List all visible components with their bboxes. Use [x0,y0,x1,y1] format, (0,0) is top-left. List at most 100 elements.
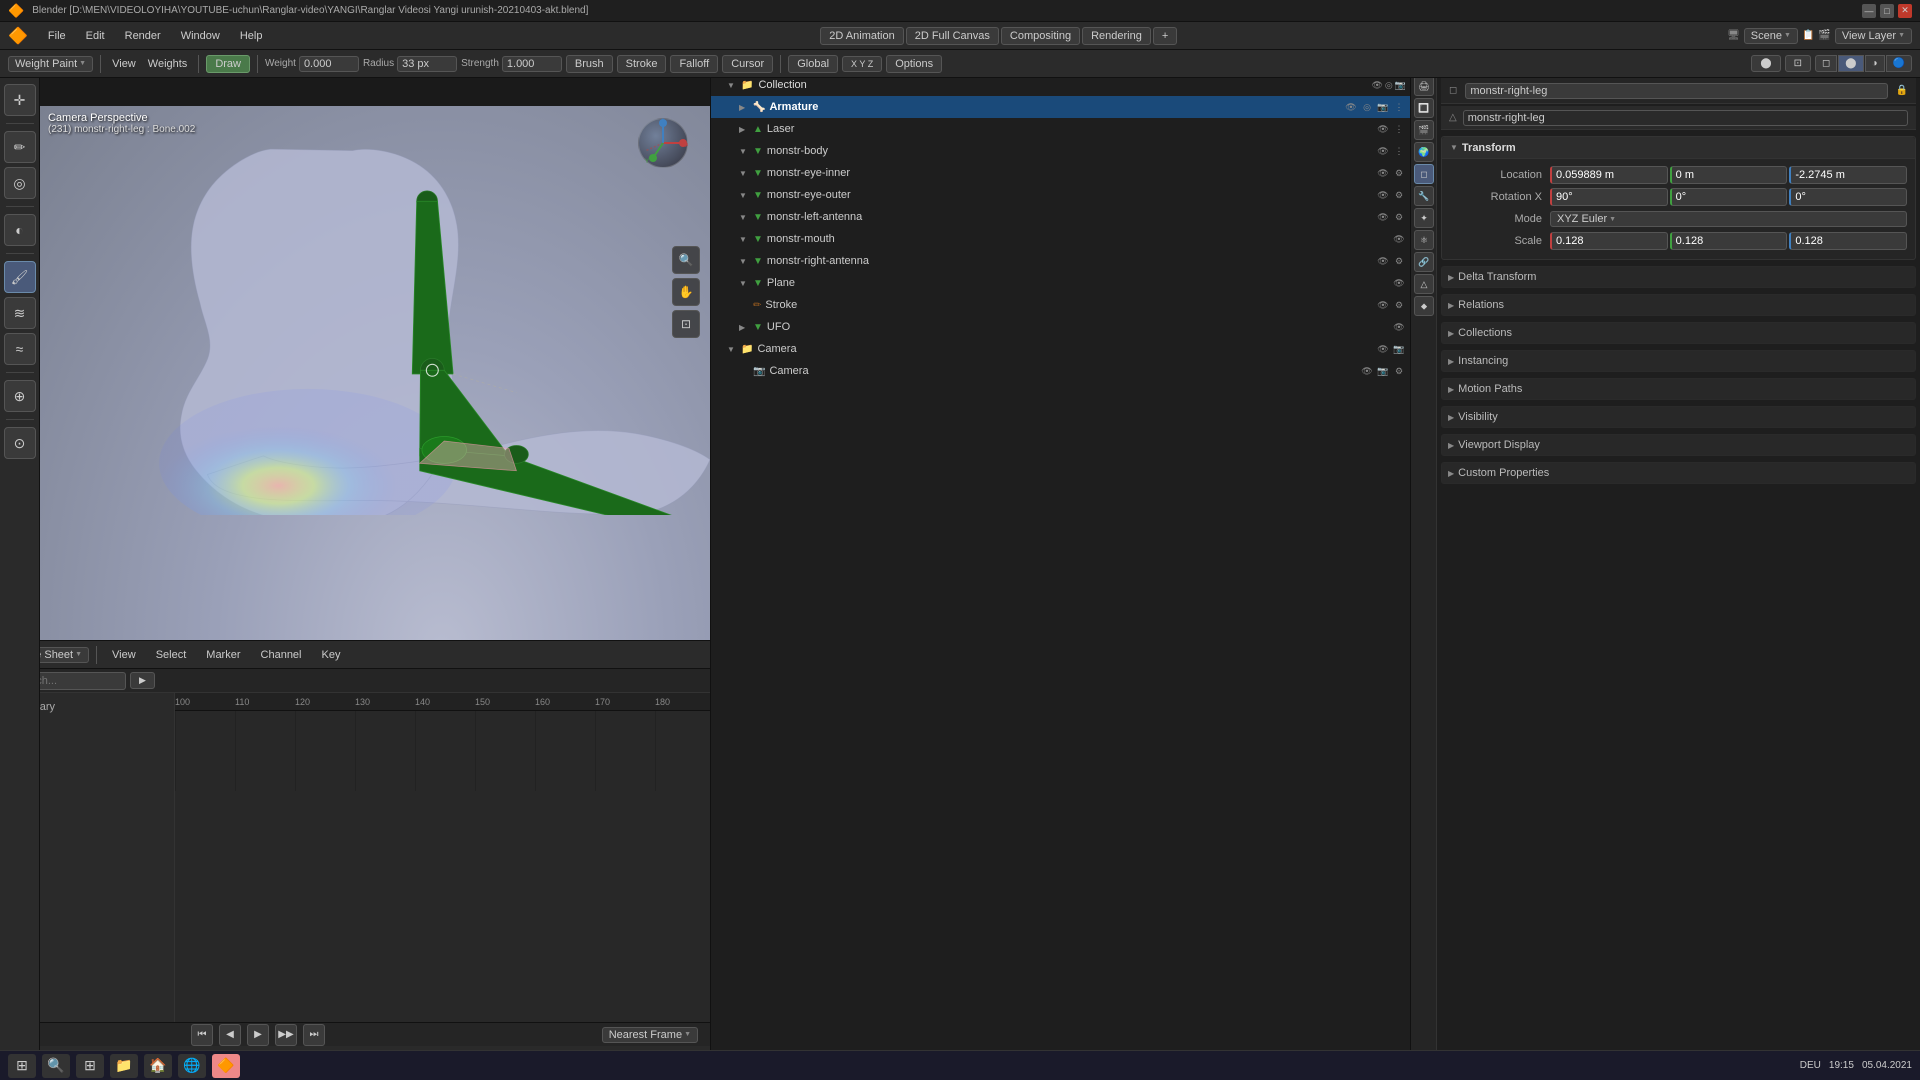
object-props-tab[interactable]: ◻ [1414,164,1434,184]
mode-dropdown[interactable]: Weight Paint ▼ [8,56,93,72]
outliner-monstr-left-antenna[interactable]: ▼ ▼ monstr-left-antenna 👁 ⚙ [711,206,1410,228]
eye-inner-eye[interactable]: 👁 [1376,166,1390,180]
pivot-btn[interactable]: ⊙ [4,427,36,459]
left-ant-eye[interactable]: 👁 [1376,210,1390,224]
stroke-btn[interactable]: Stroke [617,55,667,73]
outliner-camera-coll[interactable]: ▼ 📁 Camera 👁 📷 [711,338,1410,360]
instancing-header[interactable]: ▶ Instancing [1442,351,1915,371]
outliner-monstr-body[interactable]: ▼ ▼ monstr-body 👁 ⋮ [711,140,1410,162]
rotation-z[interactable]: 0° [1789,188,1907,206]
physics-props-tab[interactable]: ⚛ [1414,230,1434,250]
explorer-app[interactable]: 📁 [110,1054,138,1078]
laser-eye[interactable]: 👁 [1376,122,1390,136]
tab-2d-full-canvas[interactable]: 2D Full Canvas [906,27,999,45]
view-layer-props-tab[interactable]: 🔳 [1414,98,1434,118]
viewport-display-header[interactable]: ▶ Viewport Display [1442,435,1915,455]
play-btn[interactable]: ▶ [247,1024,269,1046]
cam-obj-render[interactable]: 📷 [1376,364,1390,378]
arm-select[interactable]: ◎ [1360,100,1374,114]
scale-x[interactable]: 0.128 [1550,232,1668,250]
pan-btn[interactable]: ✋ [672,278,700,306]
cam-coll-eye[interactable]: 👁 [1376,342,1390,356]
strength-input[interactable] [502,56,562,72]
constraints-props-tab[interactable]: 🔗 [1414,252,1434,272]
dope-key-menu[interactable]: Key [314,647,349,663]
tab-2d-animation[interactable]: 2D Animation [820,27,903,45]
cursor-tool-btn[interactable]: ✛ [4,84,36,116]
cam-obj-extra[interactable]: ⚙ [1392,364,1406,378]
draw-btn[interactable]: Draw [206,55,250,73]
dope-timeline[interactable]: 100 110 120 130 140 150 160 170 180 190 … [175,693,710,1022]
stroke-filter[interactable]: ⚙ [1392,298,1406,312]
outliner-armature[interactable]: ▶ 🦴 Armature 👁 ◎ 📷 ⋮ [711,96,1410,118]
dope-select-menu[interactable]: Select [148,647,195,663]
cursor-btn[interactable]: Cursor [722,55,773,73]
blur-btn[interactable]: ≋ [4,297,36,329]
obj-name-input[interactable] [1465,83,1887,99]
left-ant-filter[interactable]: ⚙ [1392,210,1406,224]
search-app[interactable]: 🔍 [42,1054,70,1078]
scale-y[interactable]: 0.128 [1670,232,1788,250]
brush-btn[interactable]: Brush [566,55,613,73]
jump-end-btn[interactable]: ⏭ [303,1024,325,1046]
weight-input[interactable] [299,56,359,72]
tab-rendering[interactable]: Rendering [1082,27,1151,45]
location-y[interactable]: 0 m [1670,166,1788,184]
outliner-monstr-mouth[interactable]: ▼ ▼ monstr-mouth 👁 [711,228,1410,250]
transform-btn[interactable]: ⊕ [4,380,36,412]
delta-transform-header[interactable]: ▶ Delta Transform [1442,267,1915,287]
overlay-btn[interactable]: ⬤ [1751,55,1780,72]
cam-coll-render[interactable]: 📷 [1392,342,1406,356]
tab-compositing[interactable]: Compositing [1001,27,1080,45]
zoom-to-fit-btn[interactable]: ⊡ [672,310,700,338]
nearest-frame-dropdown[interactable]: Nearest Frame ▼ [602,1027,698,1043]
visibility-header[interactable]: ▶ Visibility [1442,407,1915,427]
annotate-btn[interactable]: ✏ [4,131,36,163]
mesh-name-input[interactable] [1463,110,1908,126]
relations-header[interactable]: ▶ Relations [1442,295,1915,315]
xyz-toggle[interactable]: X Y Z [842,56,882,72]
dope-marker-menu[interactable]: Marker [198,647,248,663]
arm-render[interactable]: 📷 [1376,100,1390,114]
gizmo-orb[interactable]: X Z Y [638,118,688,168]
render-mode[interactable]: 🔵 [1886,55,1912,72]
outliner-plane[interactable]: ▼ ▼ Plane 👁 [711,272,1410,294]
custom-props-header[interactable]: ▶ Custom Properties [1442,463,1915,483]
dope-channel-menu[interactable]: Channel [253,647,310,663]
mouth-eye[interactable]: 👁 [1392,232,1406,246]
minimize-button[interactable]: — [1862,4,1876,18]
next-frame-btn[interactable]: ▶▶ [275,1024,297,1046]
eye-outer-eye[interactable]: 👁 [1376,188,1390,202]
dope-view-menu[interactable]: View [104,647,144,663]
zoom-in-btn[interactable]: 🔍 [672,246,700,274]
rotation-y[interactable]: 0° [1670,188,1788,206]
prev-frame-btn[interactable]: ◀ [219,1024,241,1046]
menu-edit[interactable]: Edit [78,28,113,44]
close-button[interactable]: ✕ [1898,4,1912,18]
draw-tool-btn[interactable]: 🖌 [4,261,36,293]
falloff-btn[interactable]: Falloff [670,55,718,73]
output-props-tab[interactable]: 🖨 [1414,76,1434,96]
outliner-laser[interactable]: ▶ ▲ Laser 👁 ⋮ [711,118,1410,140]
location-x[interactable]: 0.059889 m [1550,166,1668,184]
view-menu[interactable]: View [108,58,140,70]
outliner-ufo[interactable]: ▶ ▼ UFO 👁 [711,316,1410,338]
timeline-body[interactable] [175,711,710,791]
smear-btn[interactable]: ≈ [4,333,36,365]
dope-filter-btn[interactable]: ▶ [130,672,155,689]
outliner-monstr-eye-inner[interactable]: ▼ ▼ monstr-eye-inner 👁 ⚙ [711,162,1410,184]
plane-eye[interactable]: 👁 [1392,276,1406,290]
outliner-monstr-right-antenna[interactable]: ▼ ▼ monstr-right-antenna 👁 ⚙ [711,250,1410,272]
home-app[interactable]: 🏠 [144,1054,172,1078]
outliner-stroke[interactable]: ✏ Stroke 👁 ⚙ [711,294,1410,316]
menu-render[interactable]: Render [117,28,169,44]
global-btn[interactable]: Global [788,55,838,73]
ufo-eye[interactable]: 👁 [1392,320,1406,334]
scene-props-tab[interactable]: 🎬 [1414,120,1434,140]
coll-select[interactable]: ◎ [1385,80,1393,91]
radius-input[interactable] [397,56,457,72]
weights-menu[interactable]: Weights [144,58,192,70]
modifier-props-tab[interactable]: 🔧 [1414,186,1434,206]
world-props-tab[interactable]: 🌍 [1414,142,1434,162]
tab-add[interactable]: + [1153,27,1177,45]
